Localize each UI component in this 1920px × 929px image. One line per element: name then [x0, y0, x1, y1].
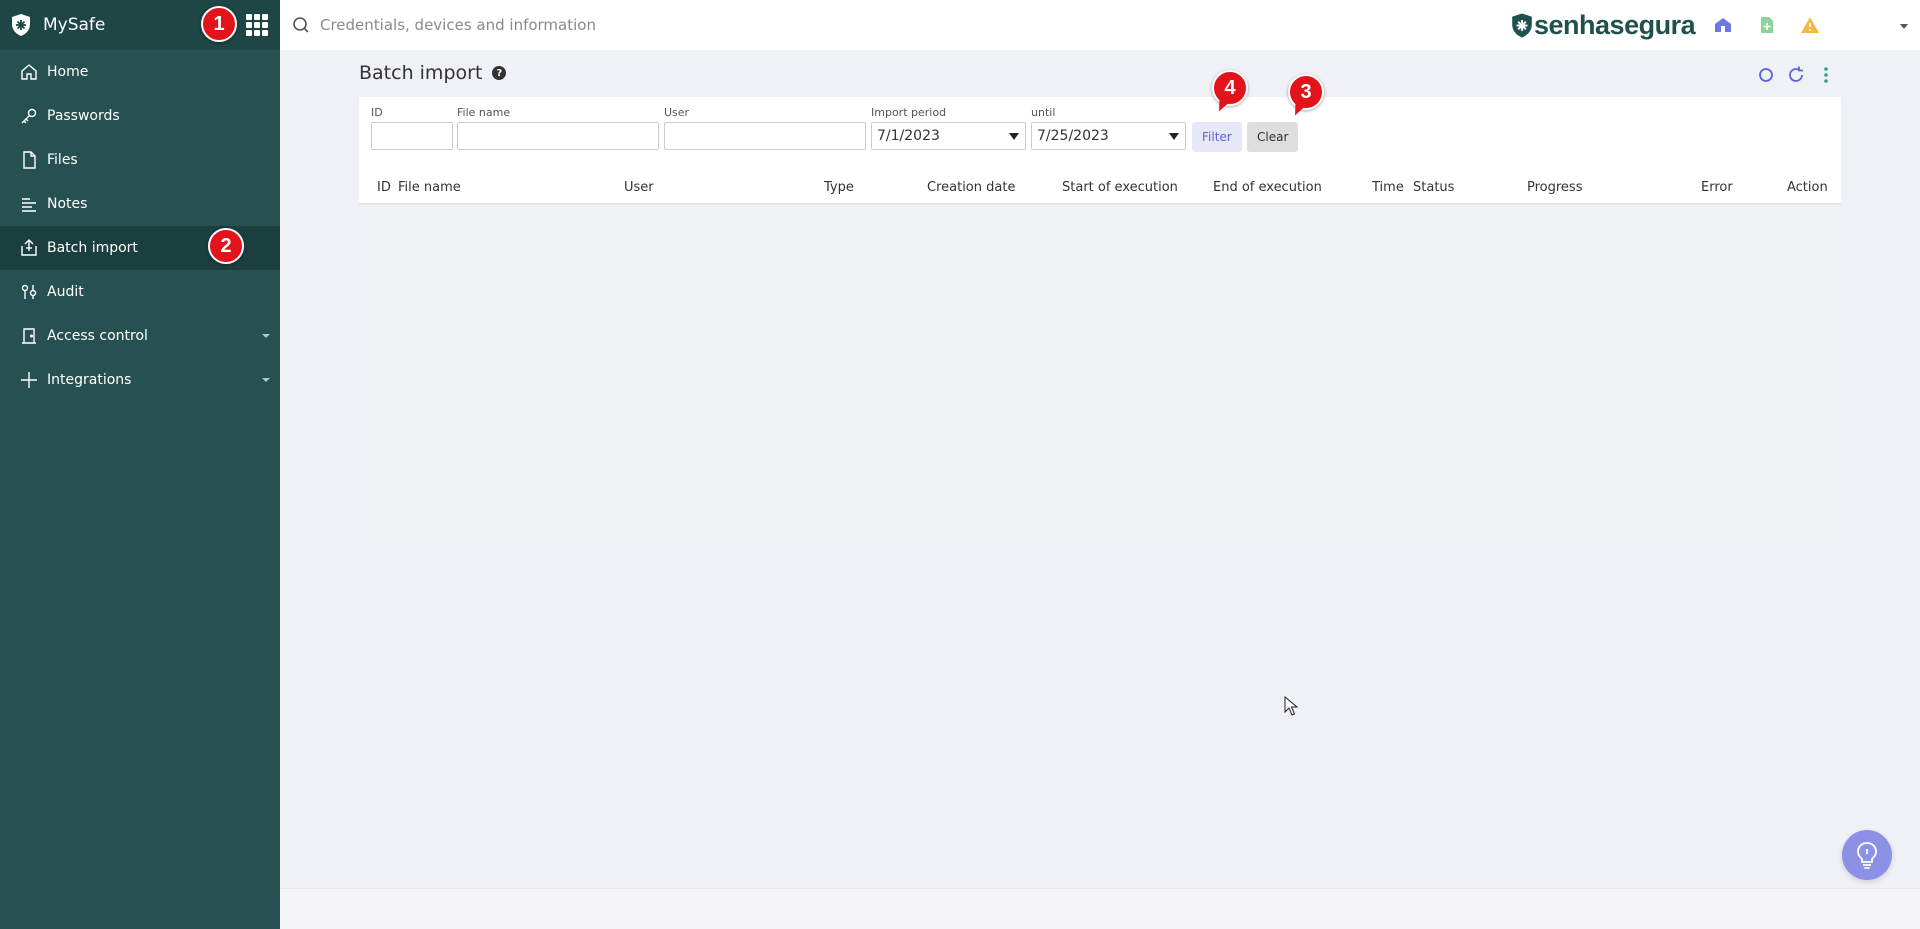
- import-period-start-input[interactable]: [871, 122, 1026, 150]
- search-icon: [293, 17, 309, 33]
- column-header-file-name[interactable]: File name: [398, 180, 461, 195]
- door-icon: [22, 328, 36, 344]
- circle-status-icon[interactable]: [1756, 65, 1776, 85]
- mouse-cursor-icon: [1284, 696, 1298, 716]
- footer-bar: [280, 888, 1920, 929]
- user-menu-caret-icon[interactable]: [1900, 24, 1908, 29]
- marker-badge: 1: [201, 6, 237, 42]
- apps-grid-icon[interactable]: [246, 14, 268, 36]
- sidebar: MySafe Home Passwords Files Notes Batch …: [0, 0, 280, 929]
- new-file-icon[interactable]: [1757, 15, 1777, 35]
- column-header-user[interactable]: User: [624, 180, 654, 195]
- clear-button[interactable]: Clear: [1247, 122, 1299, 152]
- filter-button[interactable]: Filter: [1192, 122, 1242, 152]
- column-header-id[interactable]: ID: [377, 180, 391, 195]
- lightbulb-icon: [1857, 842, 1877, 869]
- marker-badge: 4: [1212, 70, 1248, 106]
- brand-logo: senhasegura: [1510, 10, 1696, 41]
- column-header-start-of-execution[interactable]: Start of execution: [1062, 180, 1178, 195]
- column-header-status[interactable]: Status: [1413, 180, 1454, 195]
- import-period-filter: Import period: [871, 106, 1026, 150]
- page-title: Batch import ?: [359, 62, 507, 84]
- upload-icon: [21, 239, 37, 256]
- sidebar-item-audit[interactable]: Audit: [0, 270, 280, 314]
- sidebar-item-label: Batch import: [47, 240, 138, 256]
- marker-badge: 3: [1288, 74, 1324, 110]
- brand-part1: senha: [1534, 10, 1610, 40]
- home-shortcut-icon[interactable]: [1713, 15, 1733, 35]
- column-header-creation-date[interactable]: Creation date: [927, 180, 1015, 195]
- sidebar-item-home[interactable]: Home: [0, 50, 280, 94]
- sidebar-item-integrations[interactable]: Integrations: [0, 358, 280, 402]
- sidebar-item-label: Audit: [47, 284, 84, 300]
- file-icon: [23, 151, 36, 169]
- sidebar-item-label: Home: [47, 64, 89, 80]
- help-icon[interactable]: ?: [492, 66, 507, 80]
- column-header-error[interactable]: Error: [1701, 180, 1733, 195]
- sidebar-item-notes[interactable]: Notes: [0, 182, 280, 226]
- column-header-type[interactable]: Type: [824, 180, 854, 195]
- sidebar-item-label: Notes: [47, 196, 88, 212]
- id-input[interactable]: [371, 122, 453, 150]
- warning-icon[interactable]: [1800, 15, 1820, 35]
- user-label: User: [664, 106, 690, 119]
- audit-icon: [21, 284, 37, 299]
- brand-name: senhasegura: [1534, 10, 1696, 41]
- column-header-end-of-execution[interactable]: End of execution: [1213, 180, 1322, 195]
- chevron-down-icon: [262, 378, 270, 382]
- tips-button[interactable]: [1842, 830, 1892, 880]
- column-header-action[interactable]: Action: [1787, 180, 1828, 195]
- sidebar-item-label: Files: [47, 152, 78, 168]
- page-title-text: Batch import: [359, 62, 483, 84]
- top-bar: senhasegura: [280, 0, 1920, 50]
- notes-icon: [22, 198, 36, 212]
- refresh-icon[interactable]: [1786, 65, 1806, 85]
- table-header: ID File name User Type Creation date Sta…: [359, 173, 1841, 204]
- import-period-end-input[interactable]: [1031, 122, 1186, 150]
- sidebar-item-label: Integrations: [47, 372, 132, 388]
- batch-import-panel: ID File name User Import period until Fi…: [359, 97, 1841, 547]
- until-filter: until: [1031, 106, 1186, 150]
- sidebar-item-files[interactable]: Files: [0, 138, 280, 182]
- sidebar-item-access-control[interactable]: Access control: [0, 314, 280, 358]
- file-name-input[interactable]: [457, 122, 659, 150]
- sidebar-header: MySafe: [0, 0, 280, 50]
- sidebar-item-label: Access control: [47, 328, 148, 344]
- id-filter: ID: [371, 106, 453, 150]
- file-name-filter: File name: [457, 106, 659, 150]
- file-name-label: File name: [457, 106, 511, 119]
- plus-icon: [21, 372, 37, 388]
- marker-badge: 2: [208, 228, 244, 264]
- id-label: ID: [371, 106, 383, 119]
- filters-bar: ID File name User Import period until Fi…: [359, 97, 1841, 207]
- more-options-icon[interactable]: [1816, 65, 1836, 85]
- app-title: MySafe: [43, 15, 106, 35]
- column-header-progress[interactable]: Progress: [1527, 180, 1582, 195]
- until-label: until: [1031, 106, 1056, 119]
- page-actions: [1756, 65, 1846, 85]
- column-header-time[interactable]: Time: [1372, 180, 1404, 195]
- user-filter: User: [664, 106, 866, 150]
- home-icon: [21, 64, 37, 80]
- brand-shield-icon: [1512, 13, 1532, 38]
- table-body-empty: [359, 204, 1841, 547]
- key-icon: [21, 108, 37, 124]
- brand-part2: segura: [1609, 10, 1696, 40]
- sidebar-item-label: Passwords: [47, 108, 120, 124]
- user-input[interactable]: [664, 122, 866, 150]
- chevron-down-icon: [262, 334, 270, 338]
- shield-logo-icon: [10, 13, 32, 37]
- sidebar-item-passwords[interactable]: Passwords: [0, 94, 280, 138]
- import-period-label: Import period: [871, 106, 947, 119]
- search-input[interactable]: [320, 16, 1020, 34]
- sidebar-nav: Home Passwords Files Notes Batch import …: [0, 50, 280, 402]
